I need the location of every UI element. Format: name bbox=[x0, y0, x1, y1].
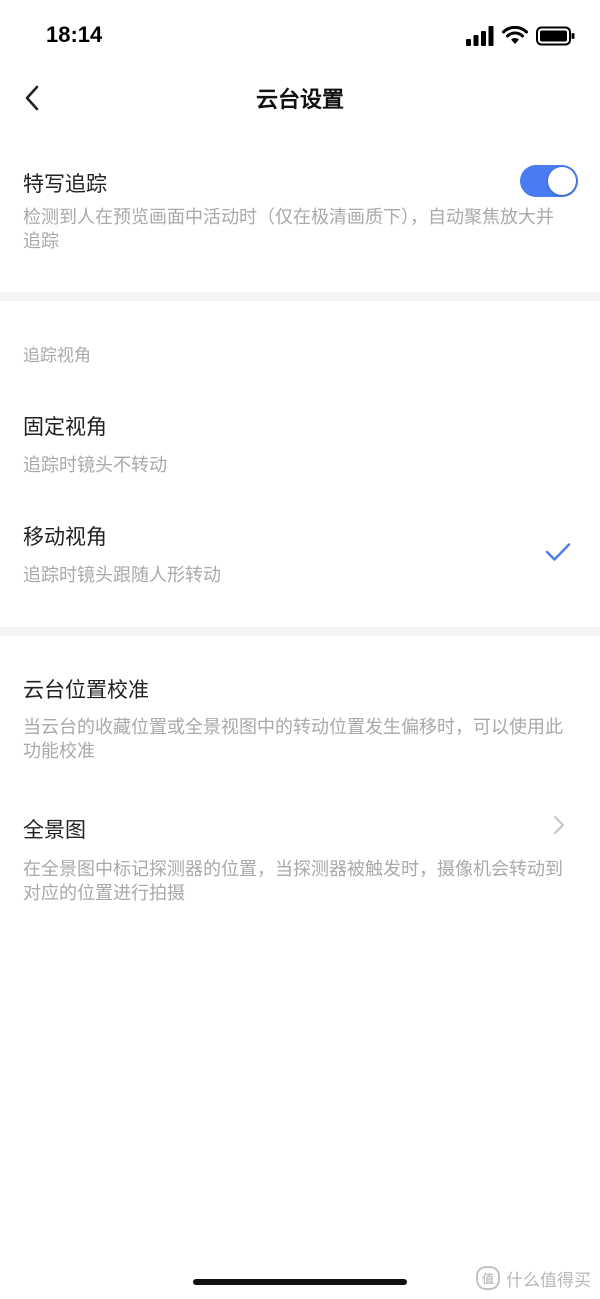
battery-icon bbox=[536, 26, 575, 46]
tracking-option-title: 移动视角 bbox=[23, 525, 107, 549]
checkmark-icon bbox=[545, 543, 571, 561]
calibration-title: 云台位置校准 bbox=[23, 678, 149, 702]
calibration-row[interactable]: 云台位置校准 当云台的收藏位置或全景视图中的转动位置发生偏移时，可以使用此功能校… bbox=[0, 636, 600, 766]
chevron-right-icon bbox=[554, 816, 564, 834]
panorama-row[interactable]: 全景图 在全景图中标记探测器的位置，当探测器被触发时，摄像机会转动到对应的位置进… bbox=[0, 780, 600, 920]
close-up-tracking-description: 检测到人在预览画面中活动时（仅在极清画质下），自动聚焦放大并追踪 bbox=[23, 207, 554, 252]
watermark-logo-icon: 值 bbox=[476, 1266, 500, 1290]
panorama-title: 全景图 bbox=[23, 818, 86, 842]
status-time: 18:14 bbox=[46, 22, 103, 47]
cellular-signal-icon bbox=[466, 26, 494, 46]
close-up-tracking-title: 特写追踪 bbox=[23, 172, 107, 196]
toggle-knob bbox=[548, 167, 576, 195]
tracking-view-label: 追踪视角 bbox=[23, 346, 91, 366]
home-indicator[interactable] bbox=[193, 1279, 407, 1285]
section-divider bbox=[0, 627, 600, 636]
tracking-option-description: 追踪时镜头跟随人形转动 bbox=[23, 565, 221, 586]
watermark-text: 什么值得买 bbox=[506, 1270, 591, 1291]
status-bar: 18:14 bbox=[0, 0, 600, 72]
tracking-option-description: 追踪时镜头不转动 bbox=[23, 455, 167, 476]
nav-bar: 云台设置 bbox=[0, 72, 600, 122]
tracking-view-section: 追踪视角 固定视角 追踪时镜头不转动 移动视角 追踪时镜头跟随人形转动 bbox=[0, 301, 600, 627]
status-icons bbox=[466, 24, 576, 48]
tracking-option-moving[interactable]: 移动视角 追踪时镜头跟随人形转动 bbox=[0, 499, 600, 619]
tracking-option-title: 固定视角 bbox=[23, 415, 107, 439]
tracking-option-fixed[interactable]: 固定视角 追踪时镜头不转动 bbox=[0, 389, 600, 499]
close-up-tracking-toggle[interactable] bbox=[520, 165, 578, 197]
wifi-icon bbox=[502, 26, 528, 44]
panorama-description: 在全景图中标记探测器的位置，当探测器被触发时，摄像机会转动到对应的位置进行拍摄 bbox=[23, 859, 563, 904]
section-divider bbox=[0, 292, 600, 301]
calibration-description: 当云台的收藏位置或全景视图中的转动位置发生偏移时，可以使用此功能校准 bbox=[23, 717, 563, 762]
close-up-tracking-section: 特写追踪 检测到人在预览画面中活动时（仅在极清画质下），自动聚焦放大并追踪 bbox=[0, 140, 600, 292]
page-title: 云台设置 bbox=[255, 88, 344, 113]
watermark: 值 什么值得买 bbox=[476, 1262, 591, 1294]
